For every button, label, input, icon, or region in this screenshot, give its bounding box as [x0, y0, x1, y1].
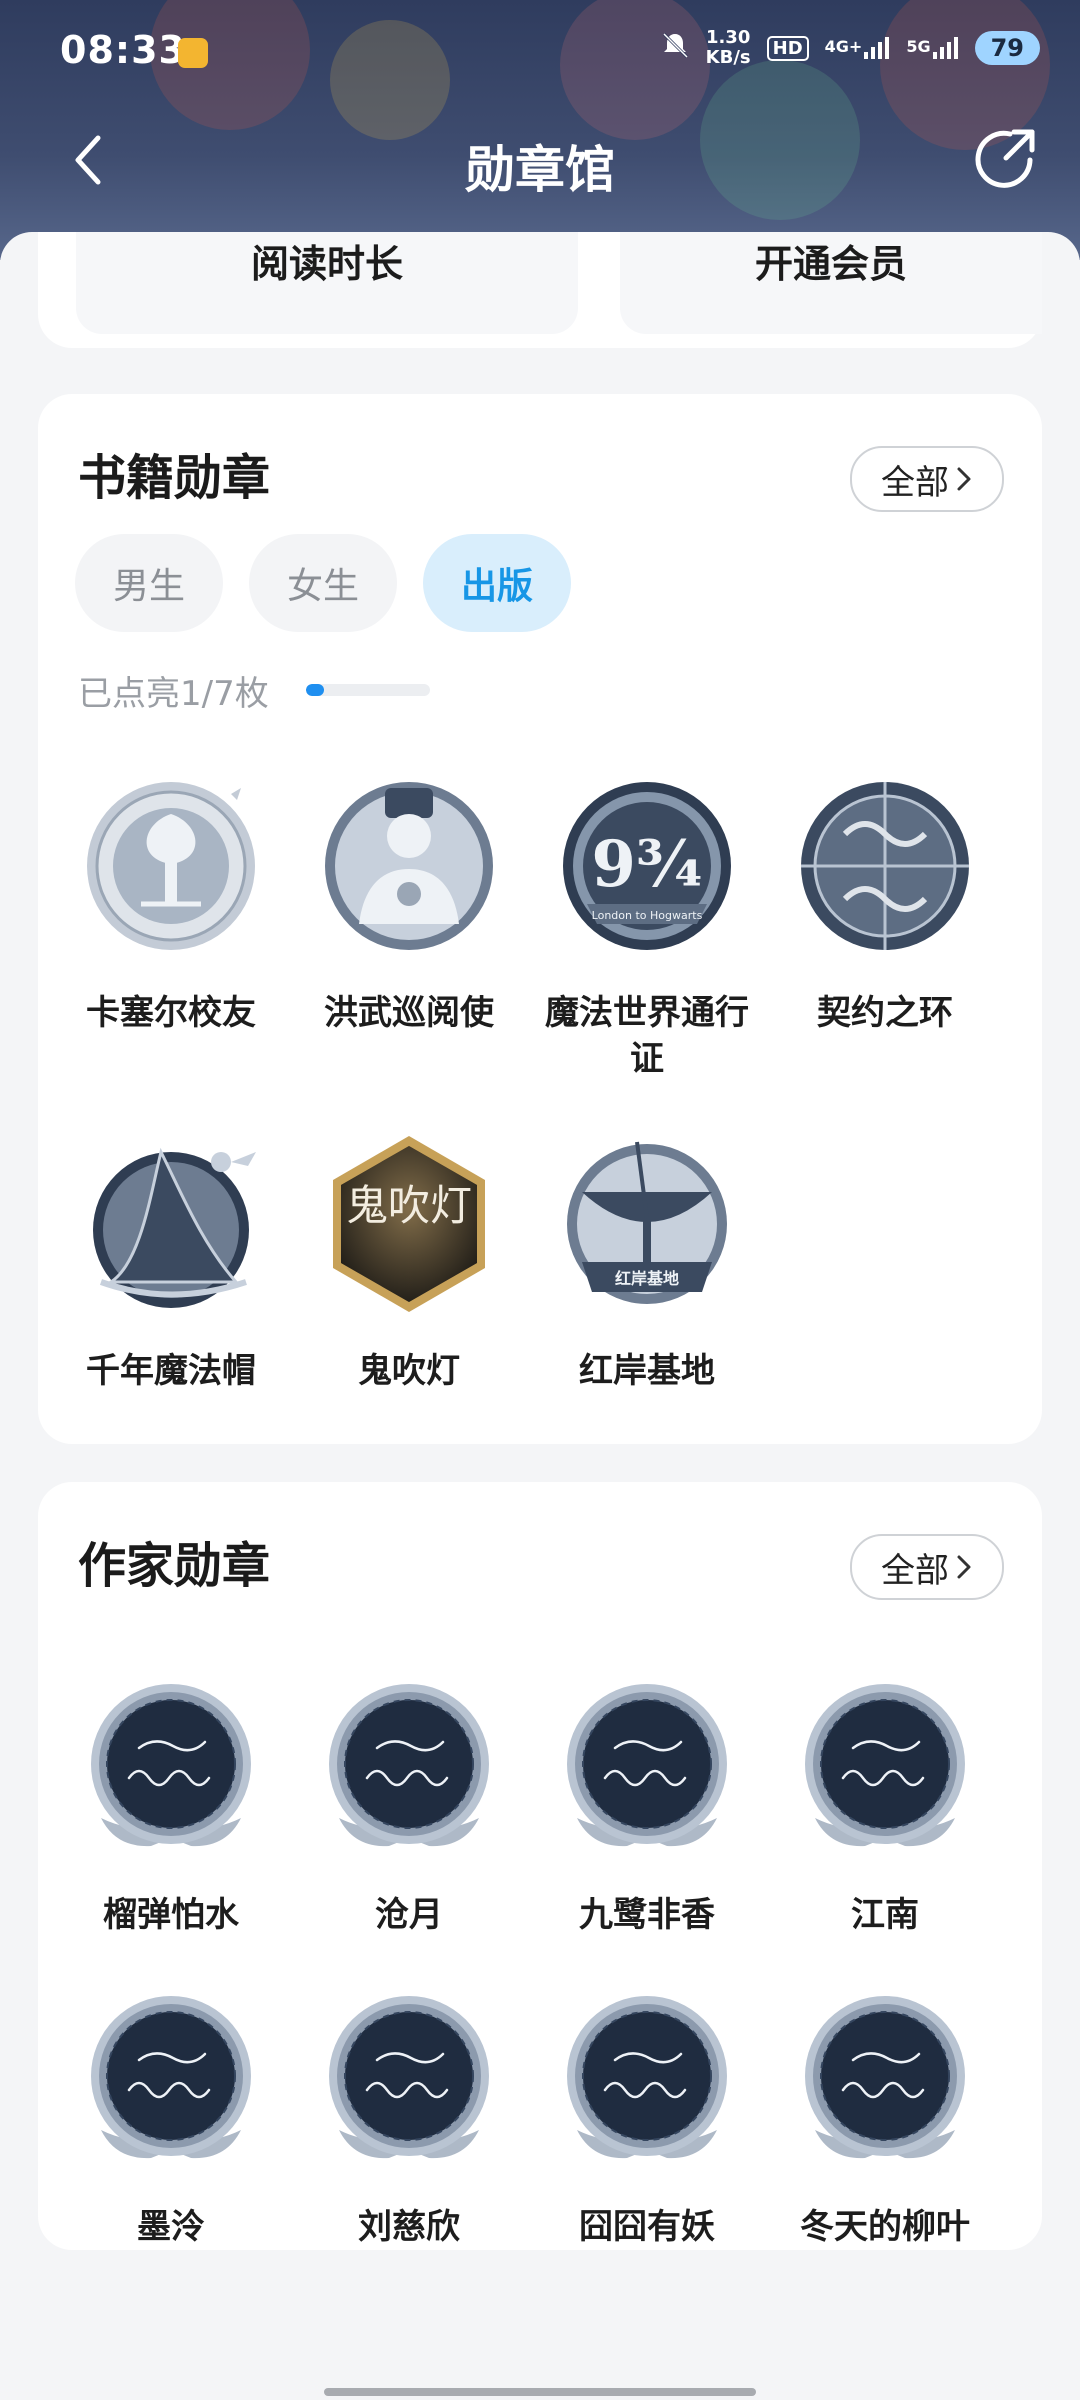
badge-name: 榴弹怕水 — [103, 1895, 239, 1935]
signature-medal-icon — [805, 1996, 965, 2159]
badge-item[interactable]: 洪武巡阅使 — [290, 774, 528, 1132]
vip-tile[interactable]: 开通会员 — [620, 232, 1042, 334]
content-area[interactable]: 阅读时长 开通会员 书籍勋章 全部 男生 女生 出版 已点亮1/7枚 卡塞尔校友… — [0, 232, 1080, 2400]
fiveg-label: 5G — [906, 37, 931, 56]
badge-name: 九鹭非香 — [579, 1895, 715, 1935]
share-button[interactable] — [970, 124, 1040, 194]
writer-badge-item[interactable]: 刘慈欣 — [290, 1990, 528, 2302]
signature-medal-icon — [567, 1684, 727, 1847]
progress-bar — [306, 684, 430, 696]
lte-label: 4G+ — [824, 37, 863, 56]
page-title: 勋章馆 — [465, 141, 615, 199]
all-label: 全部 — [881, 1550, 949, 1591]
badge-name: 墨泠 — [137, 2207, 205, 2247]
signature-medal-icon — [329, 1996, 489, 2159]
tab-female[interactable]: 女生 — [249, 534, 398, 632]
signature-medal-icon — [91, 1996, 251, 2159]
status-time: 08:33 — [60, 28, 186, 72]
badge-item[interactable]: 卡塞尔校友 — [52, 774, 290, 1132]
writer-badge-item[interactable]: 九鹭非香 — [528, 1678, 766, 1990]
badge-item[interactable]: 红岸基地 红岸基地 — [528, 1132, 766, 1490]
badge-name: 鬼吹灯 — [358, 1351, 460, 1391]
book-badge-grid: 卡塞尔校友 洪武巡阅使 9¾ London to Hogwarts 魔法世界通行… — [52, 774, 1004, 1490]
svg-text:9¾: 9¾ — [591, 827, 702, 902]
book-badges-card: 书籍勋章 全部 男生 女生 出版 已点亮1/7枚 卡塞尔校友 洪武巡阅使 9¾ … — [38, 394, 1042, 1444]
signature-medal-icon — [567, 1996, 727, 2159]
badge-item[interactable]: 9¾ London to Hogwarts 魔法世界通行证 — [528, 774, 766, 1132]
progress-fill — [306, 684, 324, 696]
writer-badges-card: 作家勋章 全部 榴弹怕水 沧月 九鹭非香 江南墨泠 刘慈欣 囧囧有妖 冬天的柳叶 — [38, 1482, 1042, 2250]
badge-name: 红岸基地 — [579, 1351, 715, 1391]
net-speed: 1.30 KB/s — [706, 28, 751, 68]
home-indicator — [324, 2388, 756, 2396]
hd-icon: HD — [766, 35, 809, 61]
writer-badge-item[interactable]: 江南 — [766, 1678, 1004, 1990]
badge-name: 洪武巡阅使 — [324, 993, 494, 1033]
tree-emblem-icon — [87, 782, 255, 950]
dragon-ring-icon — [801, 782, 969, 950]
battery-indicator: 79 — [974, 31, 1040, 65]
emblem-text: 红岸基地 — [615, 1269, 679, 1288]
badge-name: 囧囧有妖 — [579, 2207, 715, 2247]
writer-badge-item[interactable]: 墨泠 — [52, 1990, 290, 2302]
sorting-hat-icon — [93, 1147, 256, 1308]
nav-bar: 勋章馆 — [0, 110, 1080, 210]
header: 08:33 1.30 KB/s HD 4G+ 5G 79 勋章馆 — [0, 0, 1080, 260]
book-all-button[interactable]: 全部 — [850, 446, 1004, 512]
mute-icon — [660, 30, 690, 66]
badge-item[interactable]: 契约之环 — [766, 774, 1004, 1132]
platform-ticket-icon: 9¾ London to Hogwarts — [563, 782, 731, 950]
badge-name: 沧月 — [375, 1895, 443, 1935]
badge-item[interactable]: 千年魔法帽 — [52, 1132, 290, 1490]
badge-name: 千年魔法帽 — [86, 1351, 256, 1391]
badge-name: 刘慈欣 — [358, 2207, 460, 2247]
book-section-title: 书籍勋章 — [78, 450, 271, 506]
book-tabs: 男生 女生 出版 — [75, 534, 572, 632]
badge-name: 冬天的柳叶 — [800, 2207, 970, 2247]
signature-medal-icon — [805, 1684, 965, 1847]
status-icons: 1.30 KB/s HD 4G+ 5G 79 — [660, 28, 1040, 68]
all-label: 全部 — [881, 462, 949, 503]
official-portrait-icon — [325, 782, 493, 950]
benefits-card: 阅读时长 开通会员 — [38, 232, 1042, 348]
badge-name: 江南 — [851, 1895, 919, 1935]
radar-dish-icon: 红岸基地 — [567, 1141, 727, 1304]
net-speed-value: 1.30 — [705, 27, 751, 48]
progress-text: 已点亮1/7枚 — [78, 674, 269, 714]
notification-app-icon — [178, 38, 208, 68]
writer-badge-item[interactable]: 囧囧有妖 — [528, 1990, 766, 2302]
signature-medal-icon — [329, 1684, 489, 1847]
reading-time-tile[interactable]: 阅读时长 — [76, 232, 578, 334]
writer-section-title: 作家勋章 — [78, 1538, 271, 1594]
writer-badge-item[interactable]: 冬天的柳叶 — [766, 1990, 1004, 2302]
signal-4g-icon: 4G+ — [825, 37, 891, 59]
signal-5g-icon: 5G — [906, 37, 958, 59]
lamp-hexagon-icon: 鬼吹灯 — [333, 1136, 485, 1312]
chevron-right-icon — [957, 1555, 971, 1579]
badge-item[interactable]: 鬼吹灯 鬼吹灯 — [290, 1132, 528, 1490]
share-icon — [975, 129, 1035, 188]
tab-male[interactable]: 男生 — [75, 534, 224, 632]
emblem-text: 鬼吹灯 — [346, 1181, 472, 1230]
net-speed-unit: KB/s — [705, 47, 751, 68]
badge-name: 魔法世界通行证 — [545, 993, 749, 1079]
writer-all-button[interactable]: 全部 — [850, 1534, 1004, 1600]
signature-medal-icon — [91, 1684, 251, 1847]
tab-publish[interactable]: 出版 — [423, 534, 572, 632]
emblem-text: London to Hogwarts — [592, 909, 703, 922]
writer-badge-item[interactable]: 榴弹怕水 — [52, 1678, 290, 1990]
status-bar: 08:33 1.30 KB/s HD 4G+ 5G 79 — [0, 0, 1080, 100]
writer-badge-item[interactable]: 沧月 — [290, 1678, 528, 1990]
badge-name: 契约之环 — [817, 993, 953, 1033]
chevron-right-icon — [957, 467, 971, 491]
badge-name: 卡塞尔校友 — [86, 993, 256, 1033]
writer-badge-grid: 榴弹怕水 沧月 九鹭非香 江南墨泠 刘慈欣 囧囧有妖 冬天的柳叶 — [52, 1678, 1004, 2302]
